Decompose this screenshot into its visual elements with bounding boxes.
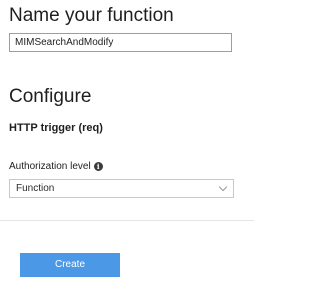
authorization-level-selected-value: Function [16, 183, 55, 194]
trigger-label: HTTP trigger (req) [9, 122, 103, 134]
chevron-down-icon [218, 182, 228, 192]
authorization-level-label: Authorization level [9, 161, 91, 172]
function-name-input[interactable] [9, 33, 232, 52]
info-icon[interactable]: i [93, 162, 103, 171]
divider [0, 220, 254, 221]
name-function-heading: Name your function [9, 5, 174, 26]
authorization-level-select[interactable]: Function [9, 179, 234, 198]
authorization-level-label-row: Authorization level i [9, 161, 103, 172]
configure-heading: Configure [9, 86, 92, 107]
create-button[interactable]: Create [20, 253, 120, 277]
